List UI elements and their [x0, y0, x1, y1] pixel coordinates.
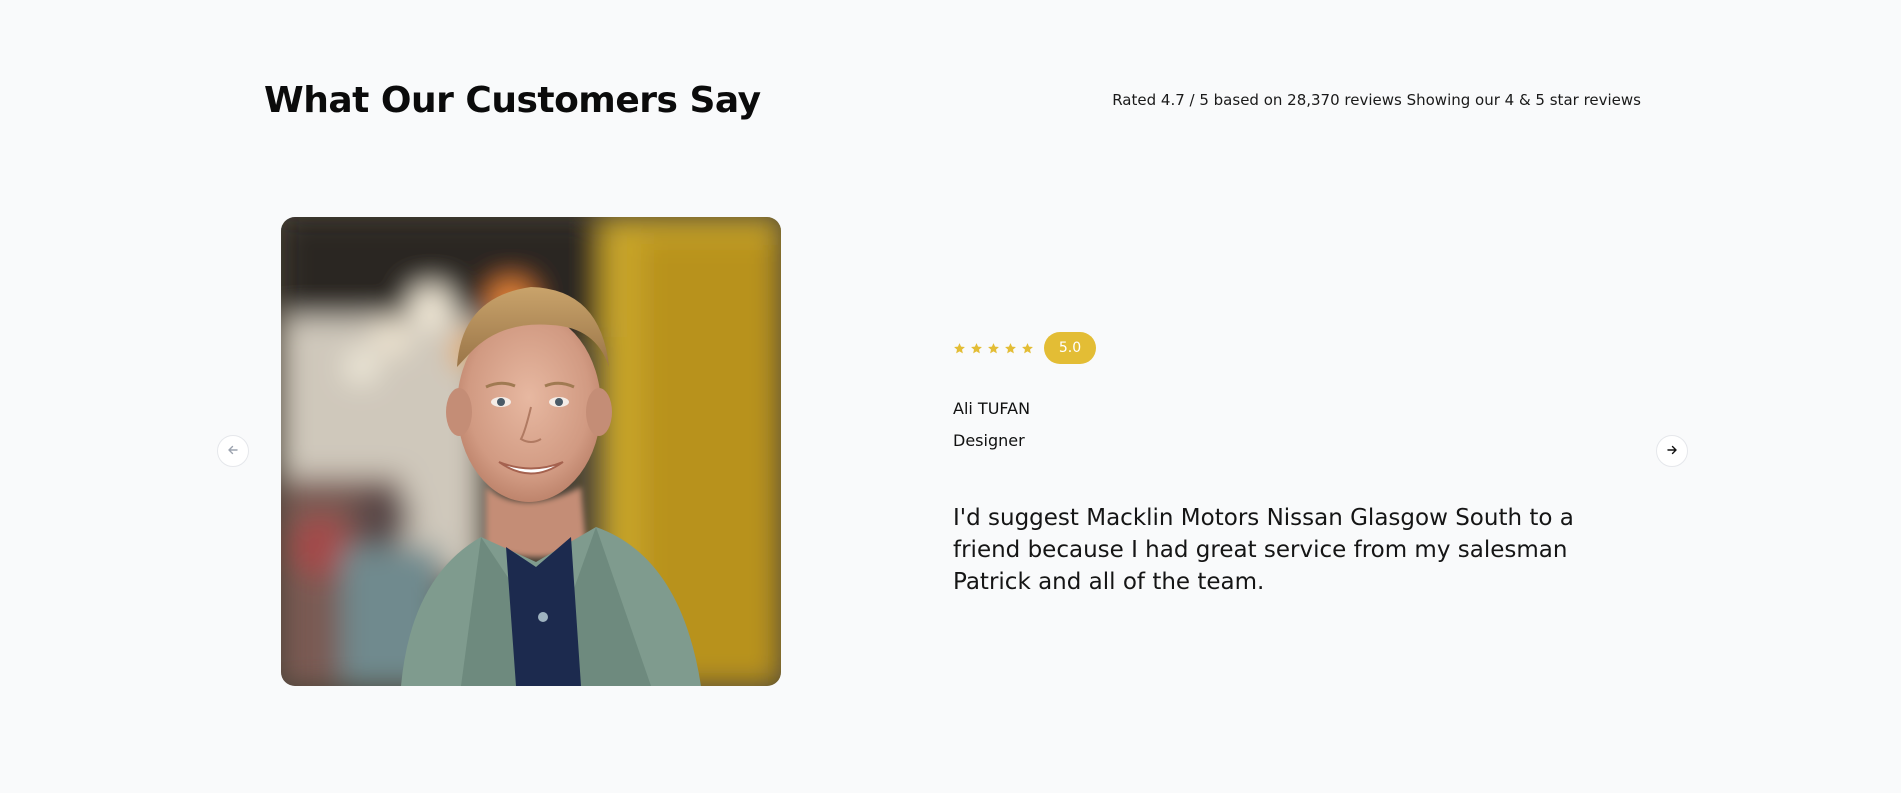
reviewer-role: Designer — [953, 431, 1025, 450]
section-title: What Our Customers Say — [264, 80, 761, 121]
star-icon — [954, 342, 965, 353]
arrow-right-icon — [1666, 444, 1678, 459]
star-icon — [988, 342, 999, 353]
star-icon — [971, 342, 982, 353]
star-icon — [1022, 342, 1033, 353]
rating-summary: Rated 4.7 / 5 based on 28,370 reviews Sh… — [1112, 91, 1641, 109]
testimonials-section: What Our Customers Say Rated 4.7 / 5 bas… — [0, 0, 1901, 793]
testimonial-quote: I'd suggest Macklin Motors Nissan Glasgo… — [953, 505, 1574, 595]
rating-stars: 5.0 — [953, 332, 1096, 364]
previous-button[interactable] — [217, 435, 249, 467]
arrow-left-icon — [227, 444, 239, 459]
reviewer-name: Ali TUFAN — [953, 399, 1031, 418]
star-icon — [1005, 342, 1016, 353]
customer-photo — [281, 217, 781, 686]
next-button[interactable] — [1656, 435, 1688, 467]
score-badge: 5.0 — [1044, 332, 1096, 364]
